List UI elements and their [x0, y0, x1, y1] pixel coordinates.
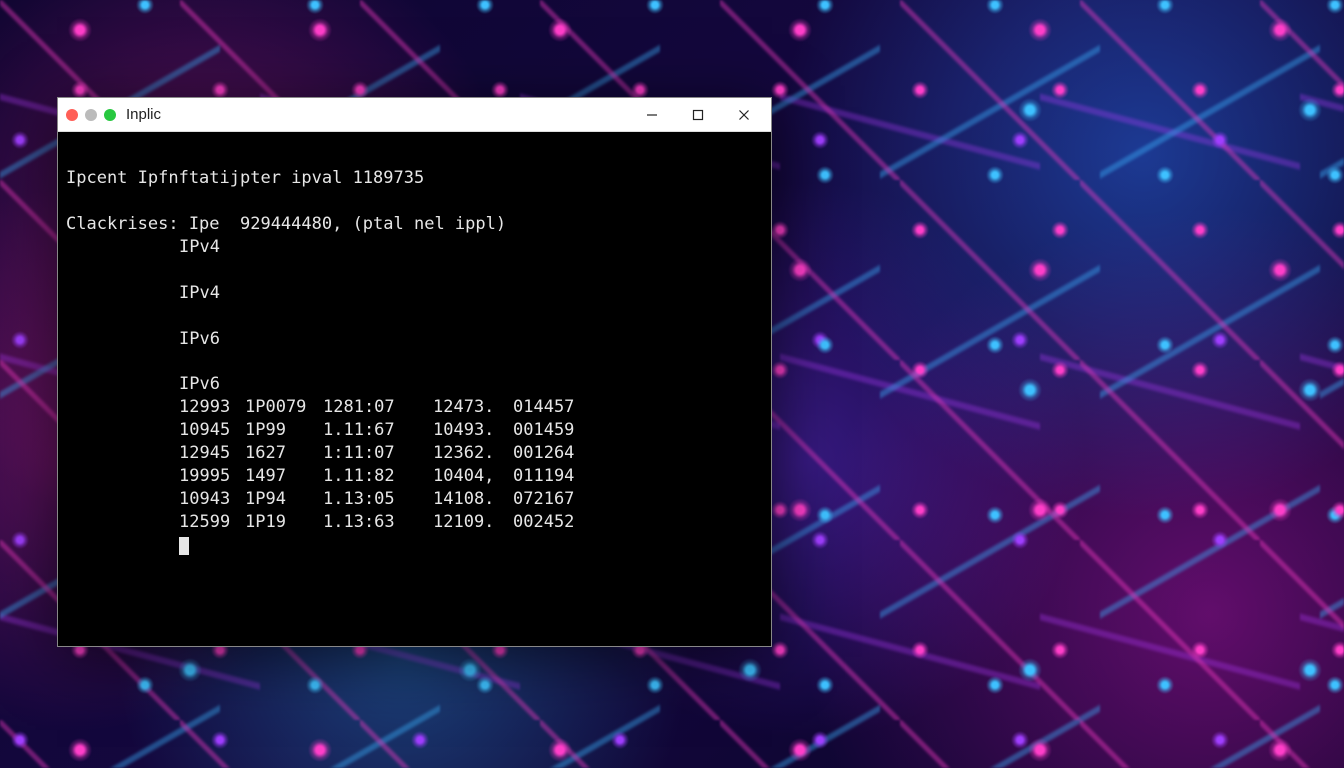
table-row: 1999514971.11:8210404,011194: [66, 465, 763, 488]
window-title: Inplic: [126, 106, 161, 123]
terminal-output[interactable]: Ipcent Ipfnftatijpter ipval 1189735 Clac…: [58, 132, 771, 646]
cursor-icon: [179, 537, 189, 555]
table-row: 1294516271:11:0712362.001264: [66, 442, 763, 465]
table-row: 109431P941.13:0514108.072167: [66, 488, 763, 511]
table-row: 129931P00791281:0712473.014457: [66, 396, 763, 419]
close-button[interactable]: [721, 100, 767, 130]
terminal-label: IPv6: [66, 329, 220, 349]
minimize-button[interactable]: [629, 100, 675, 130]
window-controls: [629, 100, 767, 130]
terminal-line: Ipcent Ipfnftatijpter ipval 1189735: [66, 168, 424, 188]
titlebar[interactable]: Inplic: [58, 98, 771, 132]
terminal-window: Inplic Ipcent Ipfnftatijpter ipval 11897…: [57, 97, 772, 647]
maximize-button[interactable]: [675, 100, 721, 130]
table-row: 125991P191.13:6312109.002452: [66, 511, 763, 534]
close-dot-icon[interactable]: [66, 109, 78, 121]
minimize-dot-icon[interactable]: [85, 109, 97, 121]
terminal-label: IPv6: [66, 374, 220, 394]
table-row: 109451P991.11:6710493.001459: [66, 419, 763, 442]
traffic-lights: [66, 109, 116, 121]
terminal-label: IPv4: [66, 283, 220, 303]
terminal-label: IPv4: [66, 237, 220, 257]
zoom-dot-icon[interactable]: [104, 109, 116, 121]
terminal-line: Clackrises: Ipe 929444480, (ptal nel ipp…: [66, 214, 506, 234]
